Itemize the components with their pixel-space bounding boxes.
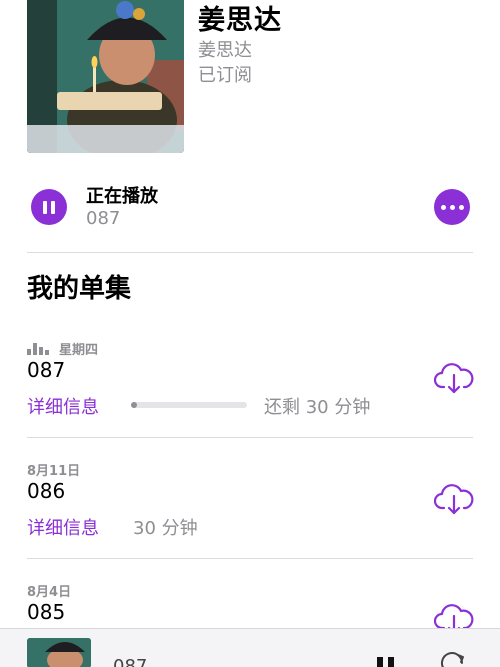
episode-details-link[interactable]: 详细信息 bbox=[27, 393, 99, 419]
episode-title[interactable]: 086 bbox=[27, 479, 65, 503]
now-playing-label: 正在播放 bbox=[86, 186, 158, 207]
skip-forward-icon[interactable] bbox=[438, 651, 468, 667]
episode-date: 8月4日 bbox=[27, 585, 72, 600]
pause-icon bbox=[377, 657, 383, 667]
episode-date-label: 星期四 bbox=[59, 343, 99, 358]
episode-date: 星期四 bbox=[27, 339, 98, 358]
mini-pause-button[interactable] bbox=[377, 657, 399, 667]
divider bbox=[27, 252, 473, 253]
pause-icon bbox=[43, 200, 47, 214]
ellipsis-icon bbox=[440, 204, 446, 210]
artwork-image bbox=[27, 0, 184, 153]
subscription-status: 已订阅 bbox=[198, 65, 252, 86]
divider bbox=[27, 437, 473, 438]
cloud-download-icon[interactable] bbox=[434, 361, 474, 395]
episode-remaining-time: 还剩 30 分钟 bbox=[264, 397, 371, 418]
mini-player-artwork[interactable] bbox=[27, 638, 91, 667]
now-playing-episode[interactable]: 087 bbox=[86, 208, 120, 229]
episode-title[interactable]: 085 bbox=[27, 600, 65, 624]
episode-date: 8月11日 bbox=[27, 464, 81, 479]
podcast-author[interactable]: 姜思达 bbox=[198, 36, 252, 62]
podcast-title: 姜思达 bbox=[198, 5, 282, 36]
pause-button[interactable] bbox=[31, 189, 67, 225]
mini-player-title: 087 bbox=[113, 656, 148, 667]
episode-progress-bar bbox=[131, 402, 247, 408]
podcast-artwork[interactable] bbox=[27, 0, 184, 153]
progress-fill bbox=[131, 402, 137, 408]
divider bbox=[27, 558, 473, 559]
episode-title[interactable]: 087 bbox=[27, 358, 65, 382]
mini-player[interactable]: 087 bbox=[0, 628, 500, 667]
now-playing-bars-icon bbox=[27, 342, 51, 355]
cloud-download-icon[interactable] bbox=[434, 482, 474, 516]
more-options-button[interactable] bbox=[434, 189, 470, 225]
episode-details-link[interactable]: 详细信息 bbox=[27, 514, 99, 540]
section-title: 我的单集 bbox=[27, 274, 132, 304]
episode-duration: 30 分钟 bbox=[133, 518, 198, 539]
